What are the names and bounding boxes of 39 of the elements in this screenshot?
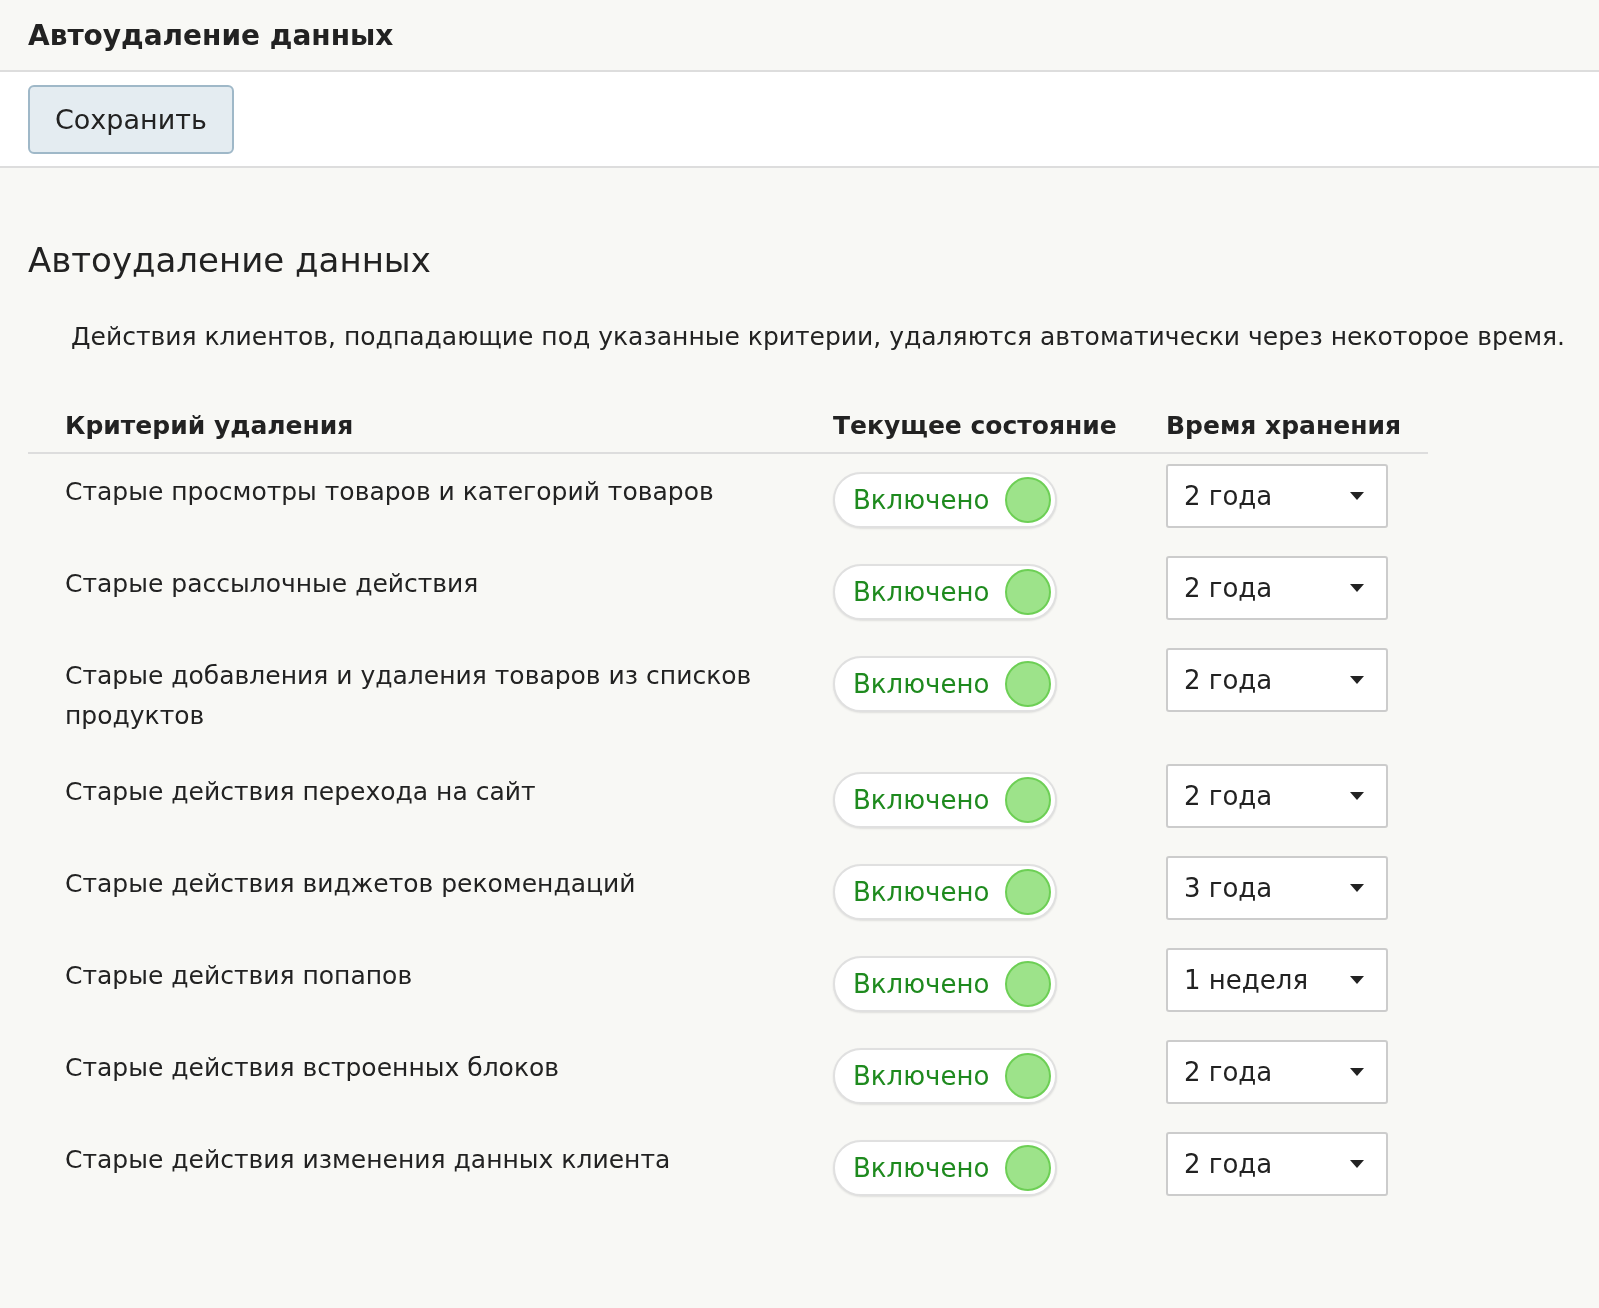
retention-dropdown[interactable]: 2 года [1166,1040,1388,1104]
retention-dropdown[interactable]: 3 года [1166,856,1388,920]
state-toggle[interactable]: Включено [833,772,1057,828]
criterion-label: Старые просмотры товаров и категорий товаров [65,476,715,508]
retention-dropdown[interactable]: 2 года [1166,648,1388,712]
criterion-label: Старые действия перехода на сайт [65,776,537,808]
column-header: Текущее состояние [833,411,1118,440]
criterion-label: Старые действия изменения данных клиента [65,1144,672,1176]
column-header: Время хранения [1166,411,1403,440]
section-heading: Автоудаление данных [28,240,432,280]
state-toggle[interactable]: Включено [833,956,1057,1012]
caret-icon [1350,492,1364,500]
state-toggle[interactable]: Включено [833,1140,1057,1196]
criterion-label: Старые рассылочные действия [65,568,480,600]
criterion-label: Старые действия встроенных блоков [65,1052,561,1084]
state-toggle[interactable]: Включено [833,1048,1057,1104]
state-toggle[interactable]: Включено [833,864,1057,920]
save-button[interactable]: Сохранить [28,84,234,154]
retention-dropdown[interactable]: 2 года [1166,464,1388,528]
caret-icon [1350,792,1364,800]
caret-icon [1350,884,1364,892]
retention-dropdown[interactable]: 2 года [1166,764,1388,828]
section-description: Действия клиентов, подпадающие под указанные критерии, удаляются автоматически через некоторое время. [71,322,1566,351]
state-toggle[interactable]: Включено [833,656,1057,712]
page-title: Автоудаление данных [28,18,394,52]
state-toggle[interactable]: Включено [833,472,1057,528]
caret-icon [1350,584,1364,592]
retention-dropdown[interactable]: 2 года [1166,1132,1388,1196]
caret-icon [1350,1068,1364,1076]
caret-icon [1350,976,1364,984]
criterion-label: Старые действия попапов [65,960,414,992]
criterion-label: Старые добавления и удаления товаров из списков продуктов [65,660,753,732]
criterion-label: Старые действия виджетов рекомендаций [65,868,637,900]
retention-dropdown[interactable]: 2 года [1166,556,1388,620]
retention-dropdown[interactable]: 1 неделя [1166,948,1388,1012]
caret-icon [1350,676,1364,684]
state-toggle[interactable]: Включено [833,564,1057,620]
caret-icon [1350,1160,1364,1168]
column-header: Критерий удаления [65,411,355,440]
